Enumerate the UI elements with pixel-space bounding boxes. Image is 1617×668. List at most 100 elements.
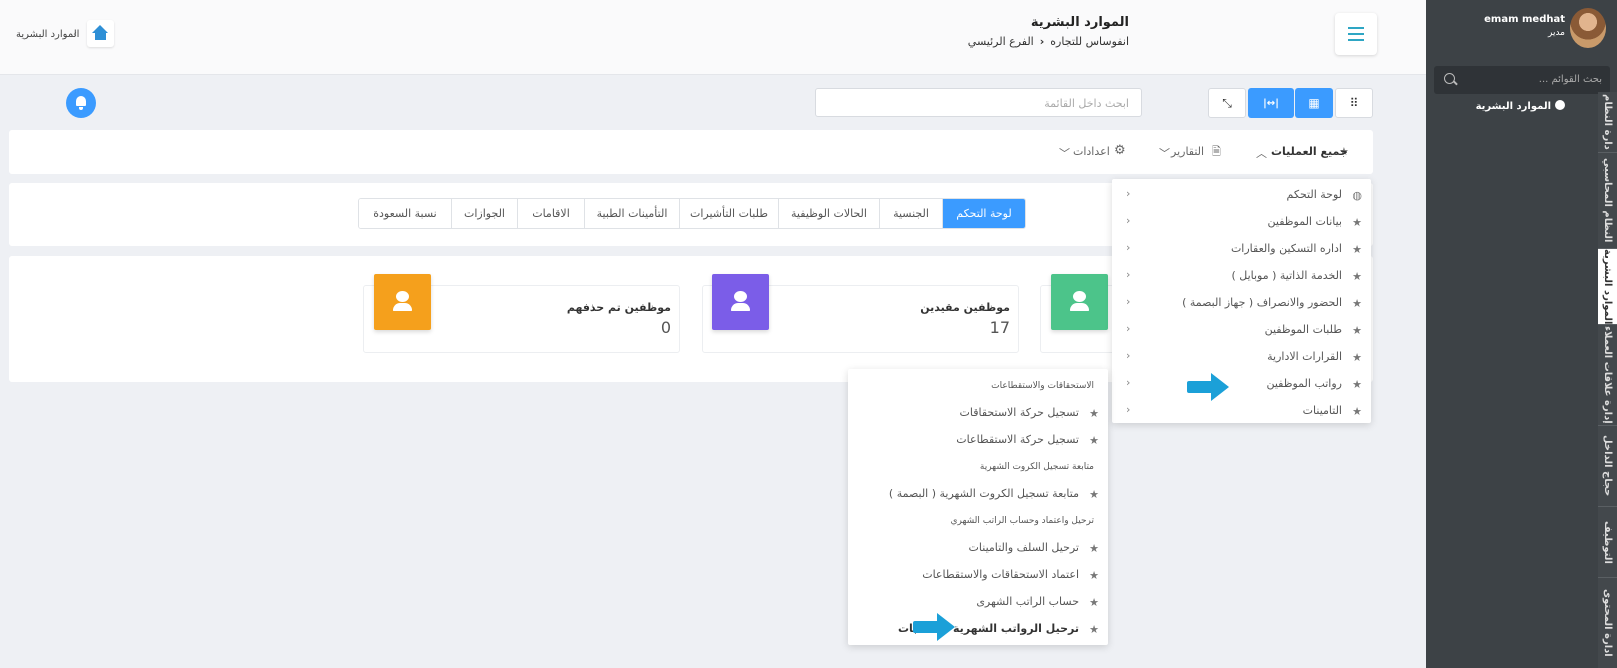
star-icon: ★	[1352, 405, 1362, 418]
chevron-down-icon: ﹀	[1159, 147, 1170, 160]
sidebar-item-hr[interactable]: الموارد البشرية	[1476, 100, 1565, 112]
expand-width-button[interactable]: |↔|	[1248, 88, 1294, 118]
compress-icon: ⤡	[1222, 95, 1232, 110]
menu-list-button[interactable]	[1335, 13, 1377, 55]
chevron-left-icon: ‹	[1126, 214, 1131, 227]
menu-item-housing[interactable]: ★ اداره التسكين والعقارات ‹	[1112, 235, 1371, 262]
chevron-left-icon: ‹	[1126, 295, 1131, 308]
submenu-item-deductions[interactable]: ★ تسجيل حركة الاستقطاعات	[848, 426, 1108, 453]
grid-view-button[interactable]: ⠿	[1335, 88, 1373, 118]
tab-nationality[interactable]: الجنسية	[879, 199, 942, 228]
notifications-button[interactable]	[66, 88, 96, 118]
document-icon: 🗎	[1212, 145, 1221, 158]
tab-bar: لوحة التحكم الجنسية الحالات الوظيفية طلب…	[358, 198, 1026, 229]
user-icon	[1051, 274, 1108, 330]
operations-dropdown: ◍ لوحة التحكم ‹ ★ بيانات الموظفين ‹ ★ اداره ا…	[1112, 179, 1371, 423]
vtab-system-admin[interactable]: دارة النظام	[1598, 92, 1617, 152]
menu-item-self-service[interactable]: ★ الخدمة الذاتية ( موبايل ) ‹	[1112, 262, 1371, 289]
breadcrumb-company[interactable]: انفوساس للتجاره	[1050, 35, 1129, 48]
tab-job-statuses[interactable]: الحالات الوظيفية	[778, 199, 879, 228]
submenu-item-entitlements[interactable]: ★ تسجيل حركة الاستحقاقات	[848, 399, 1108, 426]
chevron-left-icon: ‹	[1126, 187, 1131, 200]
chevron-down-icon: ﹀	[1059, 147, 1070, 160]
star-icon: ★	[1089, 434, 1099, 447]
sidebar-search-input[interactable]: بحث القوائم ...	[1434, 66, 1610, 94]
vtab-hr[interactable]: الموارد البشرية	[1598, 249, 1617, 324]
bell-icon	[76, 96, 86, 106]
breadcrumb-chevron-icon: ‹	[1039, 35, 1045, 48]
home-button[interactable]	[87, 20, 114, 47]
star-icon: ★	[1089, 488, 1099, 501]
list-search-input[interactable]: ابحث داخل القائمة	[815, 88, 1142, 117]
operations-bar: ★ جميع العمليات ︿ 🗎 التقارير ﹀ ⚙ اعدادات…	[9, 130, 1373, 174]
menu-item-insurance[interactable]: ★ التامينات ‹	[1112, 397, 1371, 424]
list-icon	[1348, 27, 1364, 29]
submenu-item-post-salaries[interactable]: ★ ترحيل الرواتب الشهرية للحسابات	[848, 615, 1108, 642]
menu-item-salaries[interactable]: ★ رواتب الموظفين ‹	[1112, 370, 1371, 397]
menu-item-attendance[interactable]: ★ الحضور والانصراف ( جهاز البصمة ) ‹	[1112, 289, 1371, 316]
search-icon	[1444, 73, 1455, 84]
globe-icon: ◍	[1352, 189, 1362, 202]
submenu-header: الاستحقاقات والاستقطاعات	[991, 381, 1094, 391]
chevron-left-icon: ‹	[1126, 376, 1131, 389]
vtab-accounting[interactable]: النظام المحاسبي	[1598, 153, 1617, 248]
page-title: الموارد البشرية	[1030, 15, 1129, 30]
vtab-crm[interactable]: إدارة علاقات العملاء	[1598, 325, 1617, 425]
menu-item-employee-requests[interactable]: ★ طلبات الموظفين ‹	[1112, 316, 1371, 343]
menu-item-admin-decisions[interactable]: ★ القرارات الادارية ‹	[1112, 343, 1371, 370]
vtab-recruitment[interactable]: التوظيف	[1598, 507, 1617, 577]
chevron-left-icon: ‹	[1126, 403, 1131, 416]
star-icon: ★	[1352, 324, 1362, 337]
chevron-left-icon: ‹	[1126, 268, 1131, 281]
info-icon	[1555, 100, 1565, 110]
star-icon: ★	[1352, 243, 1362, 256]
star-icon: ★	[1089, 623, 1099, 636]
submenu-item-monthly-cards[interactable]: ★ متابعة تسجيل الكروت الشهرية ( البصمة )	[848, 480, 1108, 507]
star-icon: ★	[1352, 378, 1362, 391]
left-breadcrumb[interactable]: الموارد البشرية	[16, 29, 79, 40]
star-icon: ★	[1089, 569, 1099, 582]
expand-icon: |↔|	[1263, 97, 1279, 109]
right-sidebar: emam medhat مدير بحث القوائم ... الموارد…	[1426, 0, 1617, 668]
compress-button[interactable]: ⤡	[1208, 88, 1246, 118]
user-role: مدير	[1547, 28, 1565, 38]
tab-dashboard[interactable]: لوحة التحكم	[942, 199, 1025, 228]
submenu-header: ترحيل واعتماد وحساب الراتب الشهري	[950, 516, 1094, 526]
chevron-up-icon: ︿	[1256, 147, 1267, 160]
tab-medical-insurance[interactable]: التأمينات الطبية	[584, 199, 679, 228]
menu-item-employee-data[interactable]: ★ بيانات الموظفين ‹	[1112, 208, 1371, 235]
vertical-module-tabs: دارة النظام النظام المحاسبي الموارد البش…	[1598, 92, 1617, 668]
chevron-left-icon: ‹	[1126, 349, 1131, 362]
star-icon: ★	[1352, 297, 1362, 310]
tiles-view-button[interactable]: ▦	[1295, 88, 1333, 118]
submenu-item-calc-salary[interactable]: ★ حساب الراتب الشهرى	[848, 588, 1108, 615]
user-icon	[712, 274, 769, 330]
settings-menu[interactable]: اعدادات	[1073, 145, 1110, 158]
user-name: emam medhat	[1484, 14, 1565, 25]
tab-saudization[interactable]: نسبة السعودة	[359, 199, 451, 228]
star-icon: ★	[1352, 270, 1362, 283]
vtab-content-management[interactable]: ادارة المحتوى	[1598, 578, 1617, 668]
tab-residencies[interactable]: الاقامات	[517, 199, 584, 228]
submenu-item-post-advances[interactable]: ★ ترحيل السلف والتامينات	[848, 534, 1108, 561]
vtab-domestic-pilgrims[interactable]: حجاج الداخل	[1598, 426, 1617, 506]
dots-grid-icon: ⠿	[1349, 96, 1359, 110]
user-icon	[374, 274, 431, 330]
submenu-item-approve[interactable]: ★ اعتماد الاستحقاقات والاستقطاعات	[848, 561, 1108, 588]
all-operations-menu[interactable]: جميع العمليات	[1271, 145, 1348, 158]
submenu-header: متابعة تسجيل الكروت الشهرية	[979, 462, 1094, 472]
menu-item-dashboard[interactable]: ◍ لوحة التحكم ‹	[1112, 181, 1371, 208]
gear-icon: ⚙	[1114, 143, 1126, 158]
breadcrumb-branch[interactable]: الفرع الرئيسي	[968, 35, 1034, 48]
pointer-arrow-icon	[1187, 373, 1231, 401]
star-icon: ★	[1089, 407, 1099, 420]
tab-passports[interactable]: الجوازات	[451, 199, 517, 228]
star-icon: ★	[1352, 216, 1362, 229]
avatar[interactable]	[1570, 8, 1606, 48]
pointer-arrow-icon	[913, 613, 957, 641]
tab-visa-requests[interactable]: طلبات التأشيرات	[679, 199, 778, 228]
reports-menu[interactable]: التقارير	[1171, 145, 1204, 158]
star-icon: ★	[1089, 596, 1099, 609]
star-icon: ★	[1352, 351, 1362, 364]
top-header: الموارد البشرية انفوساس للتجاره ‹ الفرع ال…	[0, 0, 1426, 75]
